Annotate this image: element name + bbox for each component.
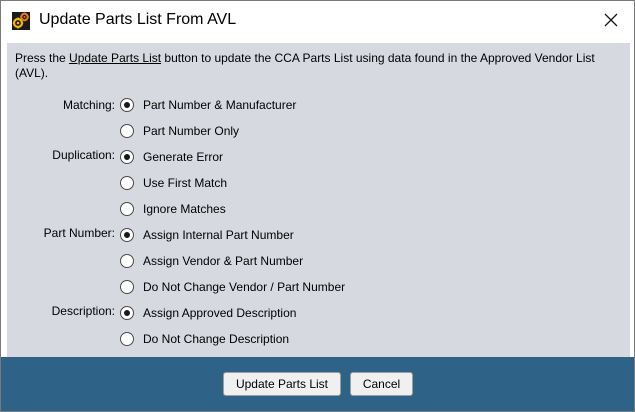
radio-button[interactable] [120, 98, 134, 112]
radio-ignore-matches[interactable]: Ignore Matches [120, 199, 226, 219]
radio-do-not-change-description[interactable]: Do Not Change Description [120, 329, 289, 349]
radio-button[interactable] [120, 176, 134, 190]
radio-assign-vendor-part-number[interactable]: Assign Vendor & Part Number [120, 251, 303, 271]
radio-label: Use First Match [143, 176, 228, 190]
radio-generate-error[interactable]: Generate Error [120, 147, 223, 167]
radio-button[interactable] [120, 280, 134, 294]
radio-label: Assign Vendor & Part Number [143, 254, 304, 268]
cancel-button[interactable]: Cancel [350, 372, 413, 396]
update-parts-list-button[interactable]: Update Parts List [223, 372, 341, 396]
radio-selected-dot [124, 154, 130, 160]
radio-label: Do Not Change Vendor / Part Number [143, 280, 346, 294]
radio-button[interactable] [120, 332, 134, 346]
radio-do-not-change-vendor-part-number[interactable]: Do Not Change Vendor / Part Number [120, 277, 345, 297]
instructions-text: Press the Update Parts List button to up… [15, 51, 625, 81]
gear-app-icon [12, 12, 30, 30]
radio-selected-dot [124, 102, 130, 108]
radio-selected-dot [124, 310, 130, 316]
title-bar: Update Parts List From AVL [1, 1, 634, 41]
close-button[interactable] [588, 1, 634, 41]
radio-button[interactable] [120, 306, 134, 320]
close-icon [604, 13, 618, 30]
radio-button[interactable] [120, 254, 134, 268]
radio-label: Generate Error [143, 150, 224, 164]
radio-label: Assign Approved Description [143, 306, 297, 320]
radio-button[interactable] [120, 150, 134, 164]
radio-label: Part Number Only [143, 124, 240, 138]
dialog-window: Update Parts List From AVL Press the Upd… [0, 0, 635, 412]
button-bar: Update Parts List Cancel [1, 357, 634, 411]
description-label: Description: [51, 304, 115, 318]
part-number-label: Part Number: [43, 226, 115, 240]
radio-button[interactable] [120, 228, 134, 242]
options-panel: Press the Update Parts List button to up… [7, 43, 630, 357]
duplication-label: Duplication: [52, 148, 115, 162]
radio-label: Assign Internal Part Number [143, 228, 294, 242]
radio-label: Ignore Matches [143, 202, 226, 216]
radio-label: Do Not Change Description [143, 332, 290, 346]
radio-use-first-match[interactable]: Use First Match [120, 173, 227, 193]
window-title: Update Parts List From AVL [39, 11, 237, 28]
radio-part-number-only[interactable]: Part Number Only [120, 121, 239, 141]
update-parts-list-link-text: Update Parts List [69, 51, 162, 65]
radio-assign-approved-description[interactable]: Assign Approved Description [120, 303, 296, 323]
radio-selected-dot [124, 232, 130, 238]
matching-label: Matching: [62, 98, 115, 112]
radio-part-number-manufacturer[interactable]: Part Number & Manufacturer [120, 95, 296, 115]
radio-assign-internal-part-number[interactable]: Assign Internal Part Number [120, 225, 294, 245]
radio-button[interactable] [120, 202, 134, 216]
radio-label: Part Number & Manufacturer [143, 98, 297, 112]
radio-button[interactable] [120, 124, 134, 138]
instructions-prefix: Press the [15, 51, 70, 65]
